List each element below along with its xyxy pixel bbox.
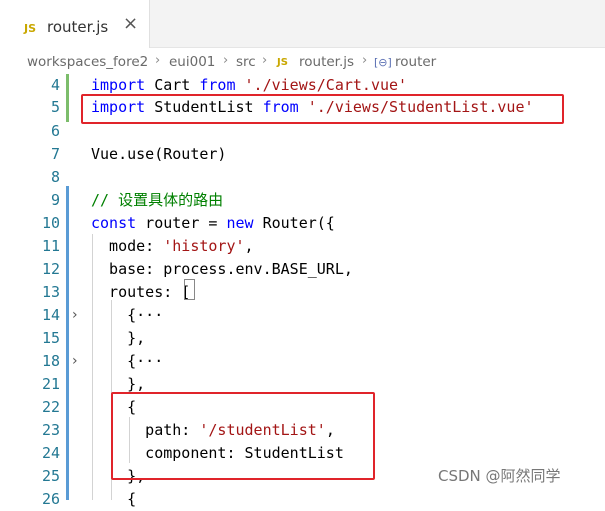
line-number: 10	[41, 214, 60, 232]
code-text: },	[91, 327, 145, 350]
line-number: 6	[50, 122, 60, 140]
fold-chevron-icon[interactable]: ›	[72, 304, 78, 327]
highlight-box-import	[81, 94, 564, 124]
code-token: router =	[136, 214, 227, 232]
comment-token: // 设置具体的路由	[91, 191, 224, 209]
line-number: 4	[50, 76, 60, 94]
highlight-box-route	[111, 392, 375, 480]
code-text: routes: [	[91, 281, 190, 304]
line-number: 18	[41, 352, 60, 370]
keyword-token: const	[91, 214, 137, 232]
keyword-token: import	[91, 76, 146, 94]
line-number: 21	[41, 375, 60, 393]
line-number: 23	[41, 421, 60, 439]
line-number: 22	[41, 398, 60, 416]
line-number: 14	[41, 306, 60, 324]
git-added-marker	[66, 186, 69, 500]
fold-chevron-icon[interactable]: ›	[72, 350, 78, 373]
code-token: {	[91, 490, 137, 508]
code-line[interactable]: 11 mode: 'history',	[0, 235, 605, 258]
code-token: Cart	[145, 76, 200, 94]
watermark: CSDN @阿然同学	[438, 467, 561, 485]
line-number: 13	[41, 283, 60, 301]
string-token: 'history'	[163, 237, 245, 255]
line-number: 9	[50, 191, 60, 209]
code-line[interactable]: 12 base: process.env.BASE_URL,	[0, 258, 605, 281]
line-number: 15	[41, 329, 60, 347]
code-text: mode: 'history',	[91, 235, 254, 258]
code-token: base: process.env.BASE_URL,	[91, 260, 353, 278]
bracket-match-highlight	[184, 279, 195, 300]
keyword-token: from	[199, 76, 236, 94]
indent-guide	[92, 234, 93, 500]
code-text: base: process.env.BASE_URL,	[91, 258, 353, 281]
code-line[interactable]: 10 const router = new Router({	[0, 212, 605, 235]
git-modified-marker	[66, 74, 69, 122]
code-text: const router = new Router({	[91, 212, 335, 235]
code-text: {···	[91, 350, 163, 373]
code-line[interactable]: 8	[0, 166, 605, 189]
line-number: 12	[41, 260, 60, 278]
code-line[interactable]: 13 routes: [	[0, 281, 605, 304]
code-token: routes: [	[91, 283, 191, 301]
code-text: // 设置具体的路由	[91, 189, 223, 212]
line-number: 7	[50, 145, 60, 163]
code-token: mode:	[91, 237, 164, 255]
code-line[interactable]: 7 Vue.use(Router)	[0, 143, 605, 166]
string-token: './views/Cart.vue'	[244, 76, 408, 94]
code-text: {···	[91, 304, 163, 327]
code-line[interactable]: 9 // 设置具体的路由	[0, 189, 605, 212]
code-text: Vue.use(Router)	[91, 143, 226, 166]
line-number: 5	[50, 98, 60, 116]
code-line[interactable]: 18 › {···	[0, 350, 605, 373]
code-token: {···	[91, 306, 164, 324]
line-number: 25	[41, 467, 60, 485]
keyword-token: new	[226, 214, 254, 232]
code-token: ,	[244, 237, 254, 255]
line-number: 8	[50, 168, 60, 186]
line-number: 24	[41, 444, 60, 462]
code-token: {···	[91, 352, 164, 370]
code-token: },	[91, 375, 146, 393]
line-number: 11	[41, 237, 60, 255]
code-line[interactable]: 14 › {···	[0, 304, 605, 327]
code-token: Router({	[253, 214, 335, 232]
code-token: },	[91, 329, 146, 347]
code-line[interactable]: 15 },	[0, 327, 605, 350]
code-token: Vue.use(Router)	[91, 145, 227, 163]
